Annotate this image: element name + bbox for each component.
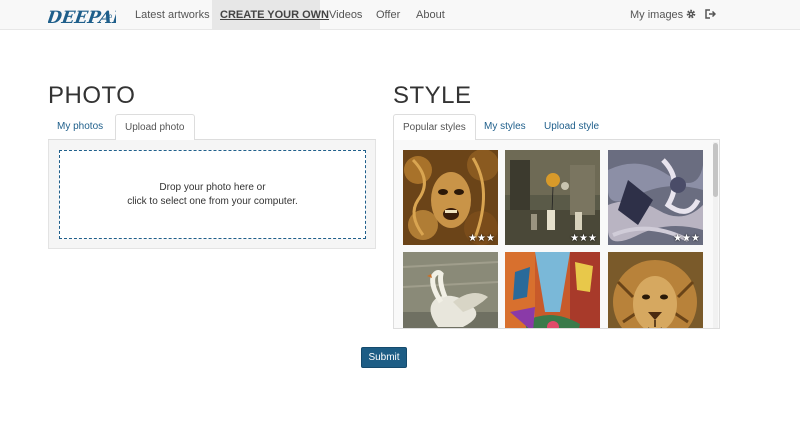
- style-tabs: Popular styles My styles Upload style: [393, 114, 720, 141]
- submit-button[interactable]: Submit: [361, 347, 407, 368]
- gear-icon[interactable]: [685, 8, 697, 20]
- style-image-golden-mask: [403, 150, 498, 245]
- tab-popular-styles[interactable]: Popular styles: [393, 114, 476, 141]
- nav-videos[interactable]: Videos: [321, 0, 370, 30]
- style-thumbnail[interactable]: ★★★: [403, 150, 498, 245]
- nav-about[interactable]: About: [408, 0, 453, 30]
- rating-stars: ★★★: [570, 233, 597, 244]
- style-image-colorful-street: [505, 252, 600, 328]
- nav-create-your-own[interactable]: CREATE YOUR OWN: [212, 0, 329, 30]
- style-image-lion: [608, 252, 703, 328]
- rating-stars: ★★★: [468, 233, 495, 244]
- dropzone-text-line1: Drop your photo here or: [159, 181, 266, 193]
- style-thumbnail[interactable]: [505, 252, 600, 328]
- tab-my-photos[interactable]: My photos: [48, 114, 112, 140]
- style-image-swan: [403, 252, 498, 328]
- tab-upload-photo[interactable]: Upload photo: [115, 114, 195, 141]
- nav-offer[interactable]: Offer: [368, 0, 408, 30]
- photo-tabs: My photos Upload photo: [48, 114, 376, 141]
- navbar: DEEPART .io Latest artworks CREATE YOUR …: [0, 0, 800, 30]
- style-image-abstract-figures: [608, 150, 703, 245]
- dropzone-text-line2: click to select one from your computer.: [127, 195, 298, 207]
- sign-out-icon[interactable]: [704, 8, 716, 20]
- style-gallery: ★★★ ★★★ ★★★: [393, 140, 720, 329]
- photo-panel: Drop your photo here or click to select …: [48, 140, 376, 249]
- style-thumbnail[interactable]: [608, 252, 703, 328]
- tab-upload-style[interactable]: Upload style: [535, 114, 608, 140]
- nav-latest-artworks[interactable]: Latest artworks: [127, 0, 218, 30]
- style-thumbnail[interactable]: ★★★: [608, 150, 703, 245]
- nav-my-images[interactable]: My images: [622, 0, 691, 30]
- rating-stars: ★★★: [673, 233, 700, 244]
- scrollbar-thumb[interactable]: [713, 143, 718, 197]
- style-heading: STYLE: [393, 82, 472, 109]
- style-thumbnail[interactable]: [403, 252, 498, 328]
- style-thumbnail[interactable]: ★★★: [505, 150, 600, 245]
- svg-text:.io: .io: [105, 13, 113, 20]
- photo-heading: PHOTO: [48, 82, 136, 109]
- deepart-logo[interactable]: DEEPART .io: [48, 4, 116, 28]
- style-image-balloon-scene: [505, 150, 600, 245]
- tab-my-styles[interactable]: My styles: [475, 114, 535, 140]
- photo-dropzone[interactable]: Drop your photo here or click to select …: [59, 150, 366, 239]
